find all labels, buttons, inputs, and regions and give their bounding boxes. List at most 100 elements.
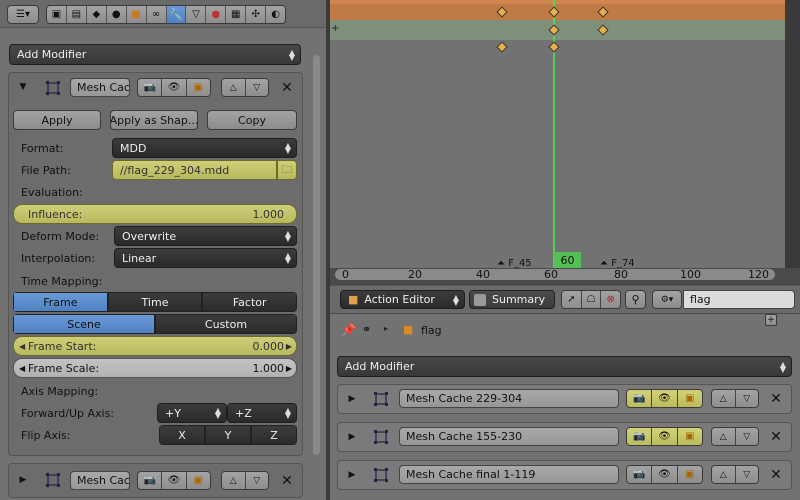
editmode-toggle-icon[interactable]: ▣ — [677, 390, 702, 407]
modifier-name-field[interactable]: Mesh Cac — [70, 78, 130, 97]
influence-slider[interactable]: Influence: 1.000 — [13, 204, 297, 224]
move-up-icon[interactable]: △ — [712, 390, 736, 407]
modifier-row-1-move: △ ▽ — [711, 389, 759, 408]
texture-icon[interactable]: ▦ — [226, 6, 247, 23]
frame-scale-field[interactable]: ◀ Frame Scale: 1.000 ▶ — [13, 358, 297, 378]
filter-type-dropdown[interactable]: ⚙▾ — [652, 290, 682, 309]
interpolation-dropdown[interactable]: Linear ▲ ▼ — [114, 248, 297, 268]
particles-icon[interactable]: ✣ — [246, 6, 267, 23]
tab-factor[interactable]: Factor — [202, 292, 297, 312]
remove-modifier-close-icon[interactable]: ✕ — [768, 466, 784, 483]
tick-100: 100 — [680, 268, 701, 281]
viewport-toggle-eye-icon[interactable]: 👁 — [162, 472, 187, 489]
file-browse-folder-icon[interactable]: 🗀 — [277, 160, 297, 180]
collapse-triangle-icon[interactable]: ▼ — [16, 80, 30, 94]
move-up-icon[interactable]: △ — [712, 428, 736, 445]
flip-axis-label: Flip Axis: — [21, 429, 71, 442]
render-layers-icon[interactable]: ▤ — [66, 6, 87, 23]
current-frame-badge[interactable]: 60 — [554, 252, 581, 268]
move-down-icon[interactable]: ▽ — [735, 390, 758, 407]
move-up-icon[interactable]: △ — [222, 472, 246, 489]
expand-triangle-icon[interactable]: ▶ — [345, 430, 359, 444]
move-down-icon[interactable]: ▽ — [245, 79, 268, 96]
editor-type-button[interactable]: ☰▾ — [7, 5, 39, 24]
viewport-toggle-eye-icon[interactable]: 👁 — [162, 79, 187, 96]
dopesheet-area[interactable] — [330, 0, 800, 268]
frame-scale-label: Frame Scale: — [28, 361, 100, 375]
scene-icon[interactable]: ◆ — [86, 6, 107, 23]
material-icon[interactable]: ● — [206, 6, 227, 23]
modifier-row-2-name-field[interactable]: Mesh Cache 155-230 — [399, 427, 619, 446]
modifier-row-1-name-field[interactable]: Mesh Cache 229-304 — [399, 389, 619, 408]
axis-mapping-label: Axis Mapping: — [21, 385, 99, 398]
format-dropdown[interactable]: MDD ▲ ▼ — [112, 138, 297, 158]
expand-triangle-icon[interactable]: ▶ — [345, 392, 359, 406]
render-toggle-camera-icon[interactable]: 📷 — [138, 472, 163, 489]
editmode-toggle-icon[interactable]: ▣ — [677, 428, 702, 445]
tick-120: 120 — [748, 268, 769, 281]
flip-y-toggle[interactable]: Y — [205, 425, 251, 445]
apply-as-shape-button[interactable]: Apply as Shap... — [110, 110, 198, 130]
chevron-right-icon: ▶ — [285, 363, 292, 373]
editmode-toggle-icon[interactable]: ▣ — [677, 466, 702, 483]
editmode-toggle-icon[interactable]: ▣ — [186, 472, 210, 489]
remove-modifier-close-icon[interactable]: ✕ — [279, 472, 295, 489]
move-down-icon[interactable]: ▽ — [735, 428, 758, 445]
tab-scene[interactable]: Scene — [13, 314, 155, 334]
move-up-icon[interactable]: △ — [712, 466, 736, 483]
tab-custom[interactable]: Custom — [155, 314, 297, 334]
remove-modifier-close-icon[interactable]: ✕ — [768, 390, 784, 407]
move-down-icon[interactable]: ▽ — [735, 466, 758, 483]
copy-button[interactable]: Copy — [207, 110, 297, 130]
object-icon[interactable]: ■ — [126, 6, 147, 23]
only-selected-cursor-icon[interactable]: ➚ — [562, 291, 582, 308]
apply-button[interactable]: Apply — [13, 110, 101, 130]
viewport-toggle-eye-icon[interactable]: 👁 — [652, 428, 678, 445]
forward-axis-dropdown[interactable]: +Y ▲ ▼ — [157, 403, 227, 423]
deform-mode-dropdown[interactable]: Overwrite ▲ ▼ — [114, 226, 297, 246]
render-icon[interactable]: ▣ — [47, 6, 67, 23]
move-down-icon[interactable]: ▽ — [245, 472, 268, 489]
render-toggle-camera-icon[interactable]: 📷 — [627, 390, 653, 407]
plus-icon[interactable]: + — [331, 23, 339, 34]
show-errors-icon[interactable]: ⊗ — [601, 291, 620, 308]
pin-icon[interactable]: 📌 — [341, 323, 356, 337]
panel-plus-icon[interactable]: + — [765, 314, 777, 326]
remove-modifier-close-icon[interactable]: ✕ — [768, 428, 784, 445]
viewport-toggle-eye-icon[interactable]: 👁 — [652, 390, 678, 407]
modifiers-wrench-icon[interactable]: 🔧 — [166, 6, 187, 23]
filepath-field[interactable]: //flag_229_304.mdd — [112, 160, 277, 180]
add-modifier-right-label: Add Modifier — [345, 360, 415, 373]
move-up-icon[interactable]: △ — [222, 79, 246, 96]
render-toggle-camera-icon[interactable]: 📷 — [138, 79, 163, 96]
remove-modifier-close-icon[interactable]: ✕ — [279, 79, 295, 96]
collapsed-modifier-name-field[interactable]: Mesh Cac — [70, 471, 130, 490]
modifier-row-3-name-field[interactable]: Mesh Cache final 1-119 — [399, 465, 619, 484]
add-modifier-dropdown[interactable]: Add Modifier ▲ ▼ — [9, 44, 301, 65]
left-panel-scrollbar[interactable] — [313, 55, 320, 455]
editmode-toggle-icon[interactable]: ▣ — [186, 79, 210, 96]
expand-triangle-icon[interactable]: ▶ — [345, 468, 359, 482]
data-icon[interactable]: ▽ — [186, 6, 207, 23]
summary-toggle[interactable]: Summary — [469, 290, 555, 309]
constraints-icon[interactable]: ∞ — [146, 6, 167, 23]
render-toggle-camera-icon[interactable]: 📷 — [627, 428, 653, 445]
frame-start-field[interactable]: ◀ Frame Start: 0.000 ▶ — [13, 336, 297, 356]
physics-icon[interactable]: ◐ — [266, 6, 285, 23]
search-input[interactable]: flag — [683, 290, 795, 309]
show-hidden-ghost-icon[interactable]: ☖ — [581, 291, 602, 308]
flip-x-toggle[interactable]: X — [159, 425, 205, 445]
tab-frame[interactable]: Frame — [13, 292, 108, 312]
viewport-toggle-eye-icon[interactable]: 👁 — [652, 466, 678, 483]
search-magnifier-icon[interactable]: ⚲ — [625, 290, 646, 309]
world-icon[interactable]: ● — [106, 6, 127, 23]
flip-z-toggle[interactable]: Z — [251, 425, 297, 445]
tab-time[interactable]: Time — [107, 292, 203, 312]
modifier-row-3-move: △ ▽ — [711, 465, 759, 484]
evaluation-label: Evaluation: — [21, 186, 83, 199]
add-modifier-dropdown-right[interactable]: Add Modifier ▲ ▼ — [337, 356, 792, 377]
expand-triangle-icon[interactable]: ▶ — [16, 473, 30, 487]
editor-mode-dropdown[interactable]: ■ Action Editor ▲ ▼ — [340, 290, 465, 309]
up-axis-dropdown[interactable]: +Z ▲ ▼ — [227, 403, 297, 423]
render-toggle-camera-icon[interactable]: 📷 — [627, 466, 653, 483]
